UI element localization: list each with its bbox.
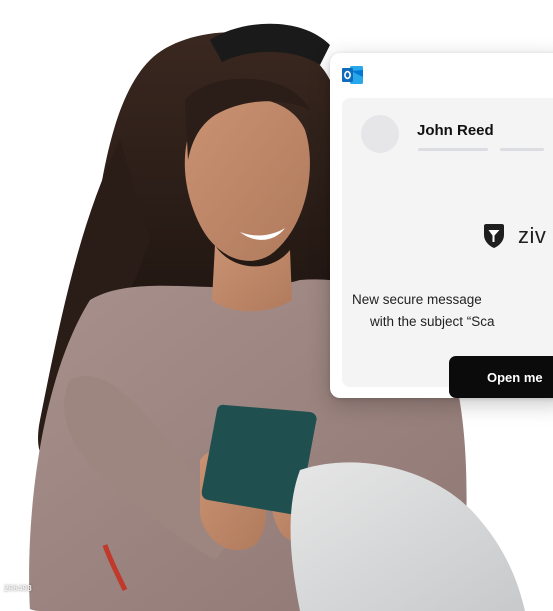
brand-logo: ziv [482,221,546,251]
message-text-line-2: with the subject “Sca [370,314,495,329]
placeholder-line [418,148,488,151]
shield-logo-icon [484,224,504,248]
avatar [361,115,399,153]
brand-name: ziv [518,223,547,248]
email-preview-card: John Reed ziv New secure message with th… [330,53,553,398]
email-card-header [330,53,553,97]
photo-stock-id: 296498 [4,584,32,593]
placeholder-line [500,148,544,151]
message-text-line-1: New secure message [352,292,482,307]
open-message-button[interactable]: Open me [449,356,553,398]
email-body-panel: John Reed ziv New secure message with th… [342,98,553,398]
sender-name: John Reed [417,122,494,139]
outlook-icon [342,66,363,84]
page: 296498 John Reed ziv New secure message … [0,0,553,611]
